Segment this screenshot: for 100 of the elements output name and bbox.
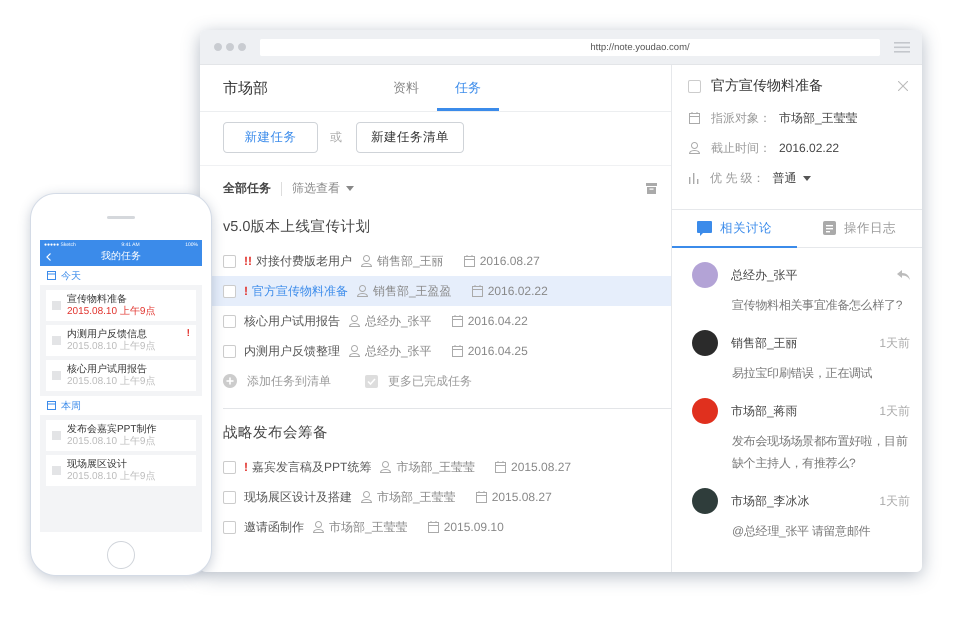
checkbox[interactable] (223, 254, 236, 268)
calendar-icon (47, 401, 56, 410)
archive-icon (646, 183, 657, 194)
chat-bubble-icon (697, 220, 712, 236)
or-label: 或 (330, 129, 342, 146)
priority-mark: ! (244, 460, 248, 474)
task-row[interactable]: !! 对接付费版老用户 销售部_王丽 2016.08.27 (212, 246, 671, 276)
comment-text: 宣传物料相关事宜准备怎么样了? (732, 297, 904, 314)
task-time: 2015.08.10 上午9点 (67, 341, 156, 353)
person-icon (313, 521, 324, 533)
comment-text: 发布会现场场景都布置好啦，目前缺个主持人，有推荐么? (732, 433, 909, 472)
tab[interactable]: 资料 (375, 68, 437, 111)
due-date: 2016.04.22 (468, 314, 528, 328)
task-time: 2015.08.10 上午9点 (67, 436, 156, 448)
task-title: 官方宣传物料准备 (711, 77, 824, 95)
task-title[interactable]: 邀请函制作 (244, 518, 304, 536)
checkbox[interactable] (223, 490, 236, 504)
comment-author: 市场部_蒋雨 (731, 402, 799, 420)
checkbox[interactable] (52, 466, 61, 475)
comment-author: 市场部_李冰冰 (731, 492, 811, 510)
home-button[interactable] (107, 541, 135, 569)
screen-title: 我的任务 (101, 251, 141, 263)
checkbox[interactable] (52, 301, 61, 310)
reply-icon (897, 270, 910, 280)
task-time: 2015.08.10 上午9点 (67, 376, 156, 388)
due-date: 2015.08.27 (511, 460, 572, 474)
address-bar[interactable]: http://note.youdao.com/ (260, 38, 880, 56)
task-title[interactable]: 核心用户试用报告 (244, 312, 340, 330)
due-date: 2015.09.10 (444, 520, 504, 534)
assignee: 销售部_王丽 (377, 252, 444, 270)
checkbox[interactable] (223, 520, 236, 534)
comment-text: @总经理_张平 请留意邮件 (732, 523, 872, 540)
due-date: 2016.08.27 (480, 254, 540, 268)
calendar-icon (495, 461, 506, 473)
caret-icon (802, 176, 811, 180)
field-label: 指派对象： (711, 110, 771, 126)
comment-author: 销售部_王丽 (731, 334, 799, 352)
due-date: 2016.02.22 (488, 284, 548, 298)
task-card[interactable]: 发布会嘉宾PPT制作 2015.08.10 上午9点 (46, 420, 196, 451)
priority-mark: !! (244, 254, 252, 268)
calendar-icon (428, 521, 439, 533)
checkbox[interactable] (223, 344, 236, 358)
calendar-icon (452, 315, 463, 327)
all-tasks-label[interactable]: 全部任务 (223, 180, 271, 197)
window-dots-icon (214, 43, 246, 51)
task-title[interactable]: 对接付费版老用户 (256, 252, 352, 270)
checkbox[interactable] (688, 80, 701, 92)
person-icon (357, 285, 368, 297)
priority-dropdown[interactable]: 普通 (772, 170, 797, 186)
checkbox[interactable] (52, 371, 61, 380)
task-name: 内测用户反馈信息 (67, 328, 148, 340)
checkbox[interactable] (223, 460, 236, 474)
menu-icon (894, 42, 910, 52)
assignee: 销售部_王盈盈 (373, 282, 452, 300)
task-row[interactable]: ! 嘉宾发言稿及PPT统筹 市场部_王莹莹 2015.08.27 (212, 452, 671, 482)
task-row[interactable]: 现场展区设计及搭建 市场部_王莹莹 2015.08.27 (212, 482, 671, 512)
task-title[interactable]: 现场展区设计及搭建 (244, 488, 352, 506)
assignee: 市场部_王莹莹 (396, 458, 476, 476)
person-icon (361, 255, 372, 267)
person-icon (380, 461, 392, 473)
task-name: 宣传物料准备 (67, 293, 128, 306)
due-date: 2015.08.27 (492, 490, 552, 504)
task-row[interactable]: 邀请函制作 市场部_王莹莹 2015.09.10 (212, 512, 671, 542)
caret-icon (346, 186, 354, 191)
task-row[interactable]: 核心用户试用报告 总经办_张平 2016.04.22 (212, 306, 671, 336)
comment-time: 1天前 (879, 402, 910, 420)
assignee: 市场部_王莹莹 (377, 488, 456, 506)
due-date: 2016.04.25 (468, 344, 528, 358)
checkbox[interactable] (52, 431, 61, 440)
task-card[interactable]: 核心用户试用报告 2015.08.10 上午9点 (46, 360, 196, 391)
person-icon (349, 315, 360, 327)
comment-author: 总经办_张平 (731, 266, 799, 284)
task-row[interactable]: 内测用户反馈整理 总经办_张平 2016.04.25 (212, 336, 671, 366)
list-title: v5.0版本上线宣传计划 (222, 218, 372, 237)
filter-dropdown[interactable]: 筛选查看 (292, 180, 340, 197)
new-list-button[interactable]: 新建任务清单 (356, 122, 464, 153)
checkbox[interactable] (52, 336, 61, 345)
task-card[interactable]: 现场展区设计 2015.08.10 上午9点 (46, 455, 196, 486)
task-title[interactable]: 嘉宾发言稿及PPT统筹 (252, 458, 372, 476)
task-name: 发布会嘉宾PPT制作 (67, 423, 156, 436)
task-card[interactable]: 内测用户反馈信息 2015.08.10 上午9点 ! (46, 325, 196, 356)
calendar-icon (47, 271, 56, 280)
checkbox[interactable] (223, 284, 236, 298)
comment-time: 1天前 (879, 334, 910, 352)
team-title: 市场部 (223, 78, 269, 98)
field-label: 优 先 级： (710, 170, 765, 186)
plus-circle-icon (223, 374, 237, 388)
calendar-icon (472, 285, 483, 297)
task-title[interactable]: 内测用户反馈整理 (244, 342, 340, 360)
section-title: 今天 (61, 270, 81, 282)
task-time: 2015.08.10 上午9点 (67, 471, 156, 483)
task-row[interactable]: ! 官方宣传物料准备 销售部_王盈盈 2016.02.22 (212, 276, 671, 306)
task-name: 核心用户试用报告 (67, 363, 148, 376)
comment-text: 易拉宝印刷错误，正在调试 (732, 365, 874, 382)
task-card[interactable]: 宣传物料准备 2015.08.10 上午9点 (46, 290, 196, 321)
checkbox[interactable] (223, 314, 236, 328)
field-value: 2016.02.22 (779, 141, 840, 155)
calendar-icon (452, 345, 463, 357)
calendar-icon (689, 112, 700, 124)
document-icon (823, 221, 836, 235)
